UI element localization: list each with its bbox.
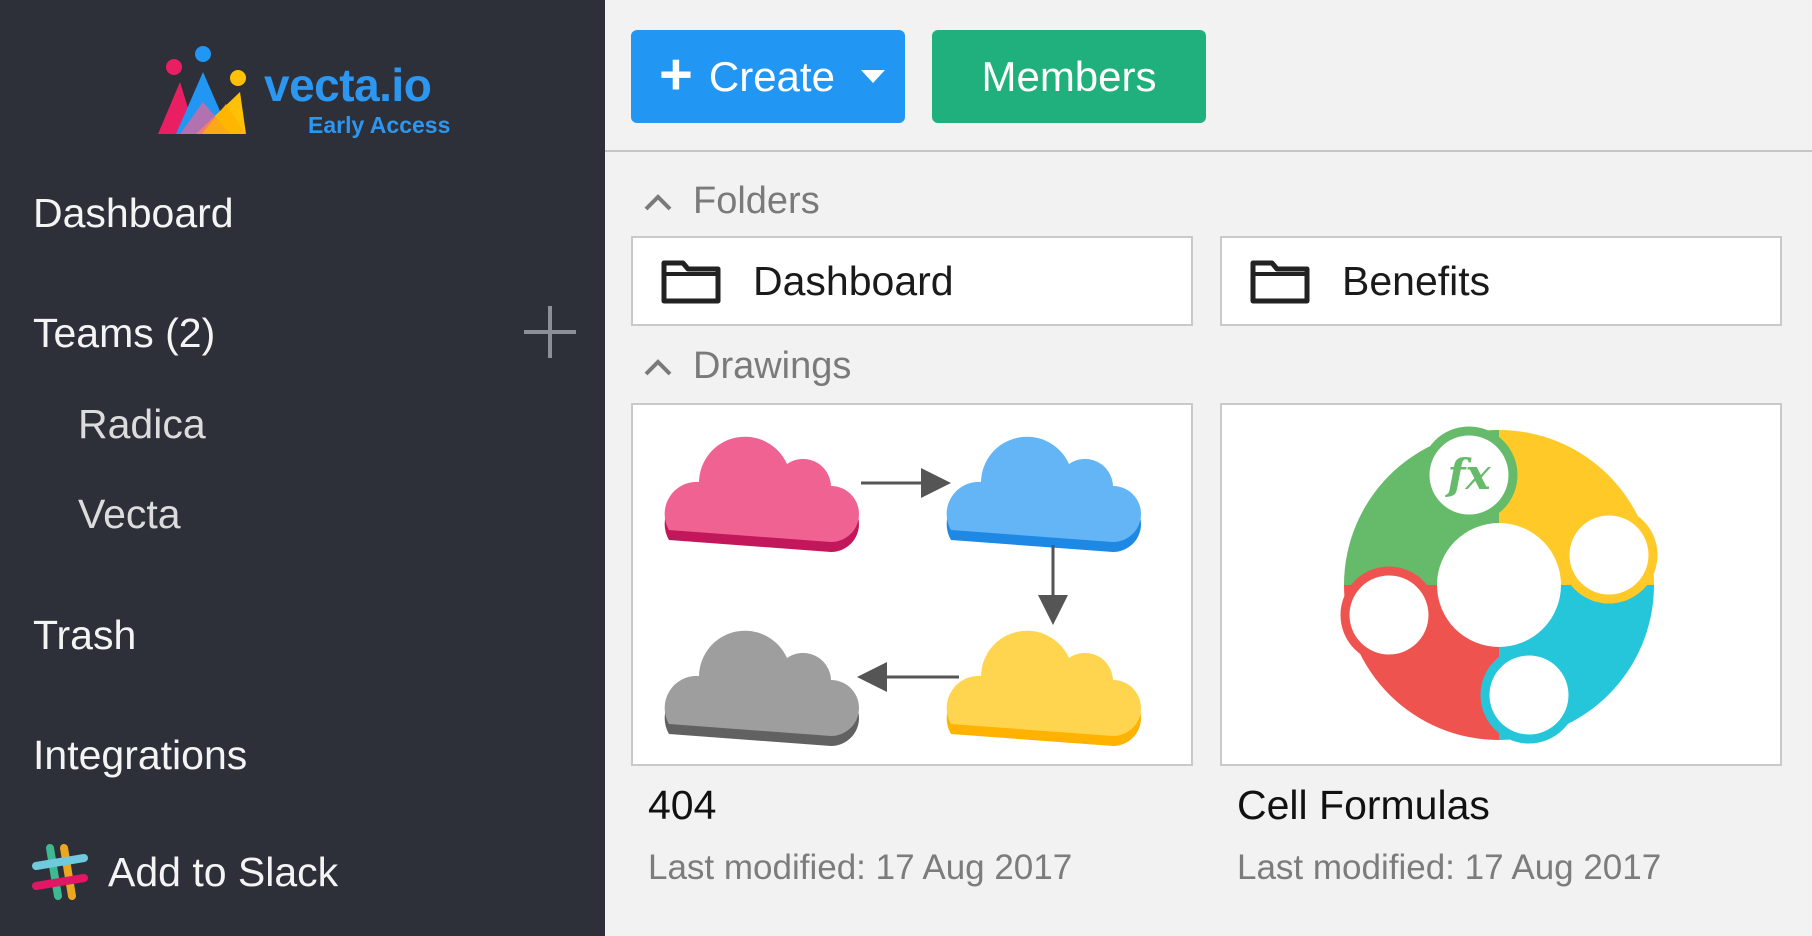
folder-name: Benefits xyxy=(1342,257,1491,304)
vecta-logo-icon xyxy=(158,46,246,134)
nav-team-radica[interactable]: Radica xyxy=(78,401,206,448)
nav-teams[interactable]: Teams (2) xyxy=(33,310,215,357)
main-content: + Create Members Folders Dashboard Benef… xyxy=(605,0,1812,936)
chevron-up-icon xyxy=(644,358,672,375)
add-to-slack-label: Add to Slack xyxy=(108,848,339,895)
cell-formulas-diagram: fx xyxy=(1340,426,1658,744)
create-button-label: Create xyxy=(708,52,835,100)
drawing-thumbnail-cell-formulas[interactable]: fx xyxy=(1220,403,1782,766)
cloud-flow-diagram xyxy=(664,436,1141,746)
create-button[interactable]: + Create xyxy=(631,30,905,123)
drawing-modified: Last modified: 17 Aug 2017 xyxy=(648,848,1073,887)
folders-section-toggle[interactable]: Folders xyxy=(643,180,820,223)
fx-icon: fx xyxy=(1444,450,1491,499)
sidebar: vecta.io Early Access Dashboard Teams (2… xyxy=(0,0,605,936)
drawing-modified: Last modified: 17 Aug 2017 xyxy=(1237,848,1662,887)
folder-item[interactable]: Dashboard xyxy=(631,236,1193,326)
nav-integrations[interactable]: Integrations xyxy=(33,732,247,779)
drawing-title[interactable]: Cell Formulas xyxy=(1237,782,1490,829)
drawings-section-toggle[interactable]: Drawings xyxy=(643,345,851,388)
vecta-logo[interactable]: vecta.io Early Access xyxy=(156,40,456,140)
members-button[interactable]: Members xyxy=(932,30,1206,123)
drawings-section-label: Drawings xyxy=(693,345,852,387)
brand-tagline: Early Access xyxy=(308,112,451,138)
toolbar-divider xyxy=(605,150,1812,152)
nav-team-vecta[interactable]: Vecta xyxy=(78,491,181,538)
folders-section-label: Folders xyxy=(693,180,820,222)
chevron-up-icon xyxy=(644,193,672,210)
drawing-thumbnail-404[interactable] xyxy=(631,403,1193,766)
nav-trash[interactable]: Trash xyxy=(33,612,136,659)
drawing-title[interactable]: 404 xyxy=(648,782,716,829)
folder-name: Dashboard xyxy=(753,257,954,304)
brand-name: vecta.io xyxy=(264,59,432,111)
folder-icon xyxy=(661,260,721,304)
cloud-pink xyxy=(664,436,859,552)
plus-icon: + xyxy=(659,41,693,107)
folder-item[interactable]: Benefits xyxy=(1220,236,1782,326)
add-team-button[interactable] xyxy=(522,304,578,360)
cloud-yellow xyxy=(946,630,1141,746)
folder-icon xyxy=(1250,260,1310,304)
cloud-blue xyxy=(946,436,1141,552)
nav-dashboard[interactable]: Dashboard xyxy=(33,190,234,237)
chevron-down-icon[interactable] xyxy=(861,70,885,83)
cloud-grey xyxy=(664,630,859,746)
add-to-slack-button[interactable]: Add to Slack xyxy=(30,842,338,902)
slack-icon xyxy=(32,844,88,900)
members-button-label: Members xyxy=(981,52,1157,100)
